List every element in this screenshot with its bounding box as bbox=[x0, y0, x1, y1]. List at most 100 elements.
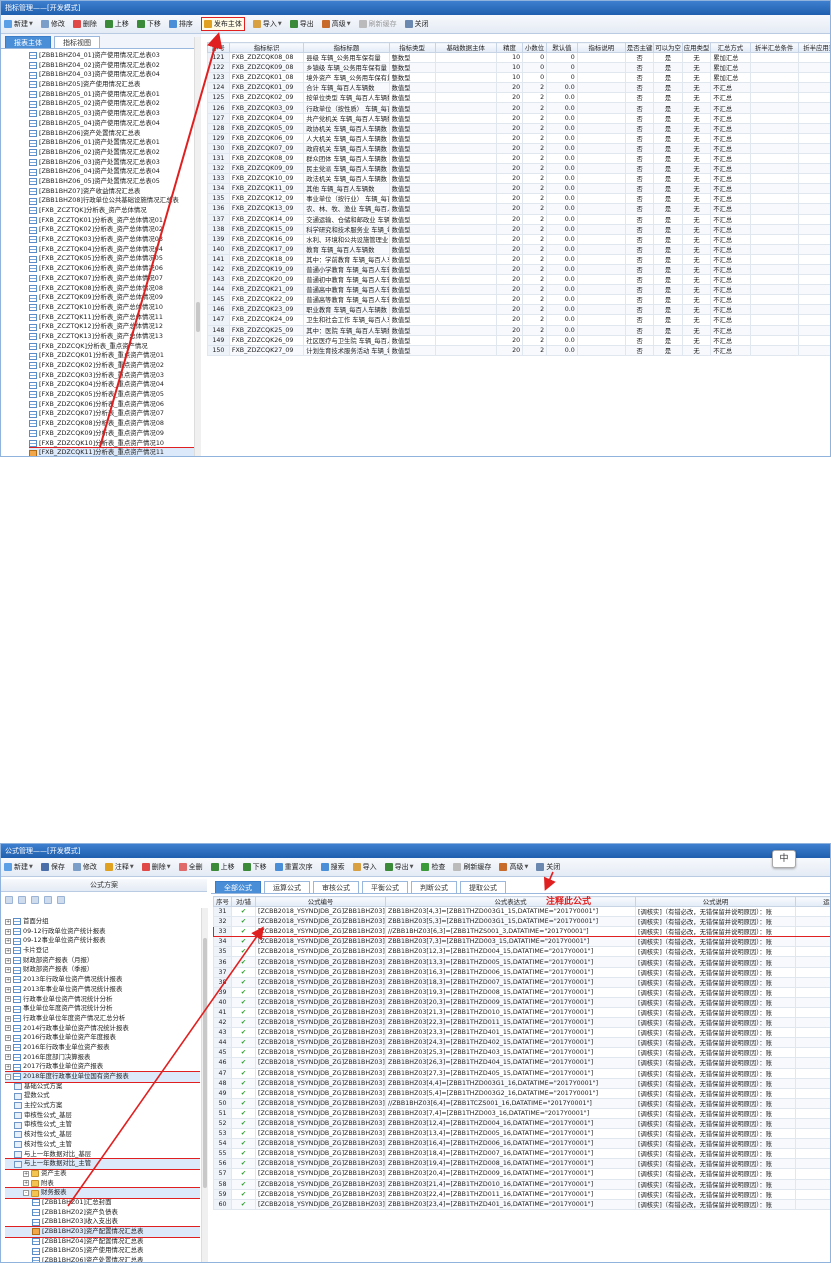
expand-icon[interactable]: + bbox=[5, 1025, 11, 1032]
scheme-tree-item[interactable]: [ZBB1BHZ03]资产配置情况汇总表 bbox=[5, 1226, 200, 1238]
column-header[interactable]: 公式说明 bbox=[635, 896, 796, 907]
expand-icon[interactable]: + bbox=[5, 1035, 11, 1042]
scheme-tree-item[interactable]: 提数公式 bbox=[5, 1091, 200, 1101]
edit-icon[interactable] bbox=[57, 896, 65, 904]
toolbar-button-new[interactable]: 新建 ▼ bbox=[4, 19, 33, 29]
tree-item[interactable]: [FXB_ZDZCQK03]分析表_重点资产情况03 bbox=[29, 371, 194, 381]
scheme-tree-item[interactable]: +2013年行政单位资产情况统计报表 bbox=[5, 975, 200, 985]
copy-icon[interactable] bbox=[18, 896, 26, 904]
tree-item[interactable]: [FXB_ZCZTQK]分析表_资产总体情况 bbox=[29, 206, 194, 216]
expand-icon[interactable]: + bbox=[5, 967, 11, 974]
scheme-tree-item[interactable]: +09-12事业单位资产统计报表 bbox=[5, 936, 200, 946]
tree-item[interactable]: [FXB_ZCZTQK09]分析表_资产总体情况09 bbox=[29, 293, 194, 303]
formula-row[interactable]: 47 ✔ [ZCBB2018_YSYNDJDB_ZG]ZBB1BHZ03]P47 ZB… bbox=[213, 1067, 830, 1079]
tree-item[interactable]: [FXB_ZDZCQK09]分析表_重点资产情况09 bbox=[29, 429, 194, 439]
table-row[interactable]: 141FXB_ZDZCQK18_09其中：学前教育 车辆_每百人车辆数数值型 20… bbox=[207, 253, 830, 265]
formula-row[interactable]: 59 ✔ [ZCBB2018_YSYNDJDB_ZG]ZBB1BHZ03]P59 ZB… bbox=[213, 1188, 830, 1200]
scheme-tree-item[interactable]: 基础公式方案 bbox=[5, 1082, 200, 1092]
toolbar-button-export[interactable]: 导出 bbox=[289, 19, 314, 29]
ime-indicator[interactable]: 中 bbox=[772, 850, 796, 868]
tree-item[interactable]: [ZBB1BHZ04_02]资产使用情况汇总表02 bbox=[29, 61, 194, 71]
tree-item[interactable]: [FXB_ZDZCQK07]分析表_重点资产情况07 bbox=[29, 409, 194, 419]
toolbar-button-advanced[interactable]: 高级 ▼ bbox=[321, 19, 351, 29]
scheme-tree-item[interactable]: 与上一年数据对比_基层 bbox=[5, 1150, 200, 1160]
scheme-tree-item[interactable]: + 行政事业单位资产情况统计分析 bbox=[5, 995, 200, 1005]
column-header[interactable]: 公式表达式 bbox=[385, 896, 636, 907]
tree-scrollbar-thumb[interactable] bbox=[196, 302, 200, 332]
column-header[interactable]: 指标说明 bbox=[576, 42, 626, 53]
toolbar-button-arrow-down[interactable]: 下移 bbox=[136, 19, 161, 29]
collapse-icon[interactable]: - bbox=[23, 1190, 29, 1197]
tree-item[interactable]: [ZBB1BHZ05_01]资产使用情况汇总表01 bbox=[29, 90, 194, 100]
tree-item[interactable]: [FXB_ZCZTQK11]分析表_资产总体情况11 bbox=[29, 313, 194, 323]
column-header[interactable]: 基础数据主体 bbox=[434, 42, 497, 53]
tab-0[interactable]: 全部公式 bbox=[215, 881, 261, 893]
tree-item[interactable]: [ZBB1BHZ05_03]资产使用情况汇总表03 bbox=[29, 109, 194, 119]
scheme-tree-item[interactable]: - 2018年度行政事业单位国有资产报表 bbox=[5, 1071, 200, 1083]
table-row[interactable]: 138FXB_ZDZCQK15_09科学研究和技术服务业 车辆_每百人车辆数数值… bbox=[207, 223, 830, 235]
formula-row[interactable]: 32 ✔ [ZCBB2018_YSYNDJDB_ZG]ZBB1BHZ03]P32 ZB… bbox=[213, 916, 830, 928]
chevron-down-icon[interactable]: ▼ bbox=[29, 21, 33, 27]
scheme-tree-item[interactable]: + 事业单位年度资产情况统计分析 bbox=[5, 1004, 200, 1014]
toolbar-button-reorder[interactable]: 重置次序 bbox=[274, 862, 313, 872]
toolbar-button-publish[interactable]: 发布主体 bbox=[200, 17, 245, 31]
column-header[interactable]: 应用类型 bbox=[681, 42, 712, 53]
tab-3[interactable]: 平衡公式 bbox=[362, 881, 408, 893]
formula-row[interactable]: 51 ✔ [ZCBB2018_YSYNDJDB_ZG]ZBB1BHZ03]P51 ZB… bbox=[213, 1107, 830, 1119]
scheme-tree-item[interactable]: 审核性公式_主管 bbox=[5, 1120, 200, 1130]
toolbar-button-new[interactable]: 新建 ▼ bbox=[4, 862, 33, 872]
tree-item[interactable]: [FXB_ZDZCQK06]分析表_重点资产情况06 bbox=[29, 400, 194, 410]
scheme-tree-item[interactable]: 核对性公式_基层 bbox=[5, 1130, 200, 1140]
expand-icon[interactable]: + bbox=[23, 1170, 29, 1177]
table-row[interactable]: 128 FXB_ZDZCQK05_09 政协机关 车辆_每百人车辆数 数值型 20 2 0.… bbox=[207, 122, 830, 134]
expand-icon[interactable]: + bbox=[5, 957, 11, 964]
table-row[interactable]: 147FXB_ZDZCQK24_09卫生和社会工作 车辆_每百人车辆数数值型 20… bbox=[207, 314, 830, 326]
scheme-tree-item[interactable]: + 附表 bbox=[5, 1179, 200, 1189]
chevron-down-icon[interactable]: ▼ bbox=[130, 864, 134, 870]
formula-row[interactable]: 42 ✔ [ZCBB2018_YSYNDJDB_ZG]ZBB1BHZ03]P42 ZB… bbox=[213, 1017, 830, 1029]
toolbar-button-delete[interactable]: 删除 ▼ bbox=[141, 862, 171, 872]
tree-item[interactable]: [ZBB1BHZ05_04]资产使用情况汇总表04 bbox=[29, 119, 194, 129]
table-row[interactable]: 124 FXB_ZDZCQK01_09 合计 车辆_每百人车辆数 数值型 20 2 0.0 否… bbox=[207, 82, 830, 94]
tree-item[interactable]: [FXB_ZDZCQK11]分析表_重点资产情况11 bbox=[29, 447, 194, 456]
scheme-tree-item[interactable]: +2016年行政事业单位资产报表 bbox=[5, 1043, 200, 1053]
tree-item[interactable]: [ZBB1BHZ04_03]资产使用情况汇总表04 bbox=[29, 70, 194, 80]
formula-row[interactable]: 50 ✔ [ZCBB2018_YSYNDJDB_ZG]ZBB1BHZ03]P50//… bbox=[213, 1097, 830, 1109]
table-row[interactable]: 149FXB_ZDZCQK26_09社区医疗与卫生院 车辆_每百人车辆数数值型 2… bbox=[207, 334, 830, 346]
toolbar-button-arrow-down[interactable]: 下移 bbox=[242, 862, 267, 872]
tree-item[interactable]: [ZBB1BHZ06_05]资产处置情况汇总表05 bbox=[29, 177, 194, 187]
expand-icon[interactable]: + bbox=[5, 1064, 11, 1071]
table-row[interactable]: 131 FXB_ZDZCQK08_09 群众团体 车辆_每百人车辆数 数值型 20 2 0.… bbox=[207, 152, 830, 165]
table-row[interactable]: 136FXB_ZDZCQK13_09农、林、牧、渔业 车辆_每百人车辆数数值型 2… bbox=[207, 203, 830, 215]
tree-scrollbar[interactable] bbox=[194, 37, 201, 456]
expand-icon[interactable]: + bbox=[5, 976, 11, 983]
scheme-tree-item[interactable]: + 行政事业单位年度资产情况汇总分析 bbox=[5, 1014, 200, 1024]
toolbar-button-advanced[interactable]: 高级 ▼ bbox=[499, 862, 528, 872]
scheme-tree-item[interactable]: +2016年度部门决算报表 bbox=[5, 1053, 200, 1063]
toolbar-button-sort[interactable]: 排序 bbox=[168, 19, 193, 29]
expand-icon[interactable]: + bbox=[23, 1180, 29, 1187]
formula-row[interactable]: 46 ✔ [ZCBB2018_YSYNDJDB_ZG]ZBB1BHZ03]P46 ZB… bbox=[213, 1057, 830, 1069]
scheme-tree-item[interactable]: [ZBB1BHZ05]资产使用情况汇总表 bbox=[5, 1246, 200, 1256]
tree-item[interactable]: [ZBB1BHZ04_01]资产使用情况汇总表03 bbox=[29, 51, 194, 61]
tree-item[interactable]: [ZBB1BHZ05]资产使用情况汇总表 bbox=[29, 80, 194, 90]
expand-icon[interactable]: + bbox=[5, 986, 11, 993]
formula-row[interactable]: 57 ✔ [ZCBB2018_YSYNDJDB_ZG]ZBB1BHZ03]P57 ZB… bbox=[213, 1168, 830, 1180]
tab-2[interactable]: 审核公式 bbox=[313, 881, 359, 893]
scheme-tree-item[interactable]: + 资产主表 bbox=[5, 1169, 200, 1179]
column-header[interactable]: 精度 bbox=[495, 42, 524, 53]
tree-item[interactable]: [ZBB1BHZ07]资产收益情况汇总表 bbox=[29, 187, 194, 197]
table-row[interactable]: 139FXB_ZDZCQK16_09水利、环境和公共设施管理业 车辆_每百人车辆… bbox=[207, 233, 830, 245]
tree-item[interactable]: [FXB_ZCZTQK04]分析表_资产总体情况04 bbox=[29, 245, 194, 255]
table-row[interactable]: 134 FXB_ZDZCQK11_09 其他 车辆_每百人车辆数 数值型 20 2 0.0 否… bbox=[207, 183, 830, 195]
tree-item[interactable]: [FXB_ZCZTQK13]分析表_资产总体情况13 bbox=[29, 332, 194, 342]
toolbar-button-comment[interactable]: 注释 ▼ bbox=[104, 862, 134, 872]
table-row[interactable]: 148 FXB_ZDZCQK25_09 其中：医院 车辆_每百人车辆数 数值型 20 2 0… bbox=[207, 324, 830, 336]
expand-icon[interactable]: + bbox=[5, 918, 11, 925]
delete-icon[interactable] bbox=[44, 896, 52, 904]
formula-row[interactable]: 38 ✔ [ZCBB2018_YSYNDJDB_ZG]ZBB1BHZ03]P38 ZB… bbox=[213, 976, 830, 988]
formula-row[interactable]: 60 ✔ [ZCBB2018_YSYNDJDB_ZG]ZBB1BHZ03]P60 ZB… bbox=[213, 1198, 830, 1210]
table-row[interactable]: 145FXB_ZDZCQK22_09普通高等教育 车辆_每百人车辆数数值型 202… bbox=[207, 294, 830, 306]
formula-row[interactable]: 40 ✔ [ZCBB2018_YSYNDJDB_ZG]ZBB1BHZ03]P40 ZB… bbox=[213, 996, 830, 1008]
tree-item[interactable]: [FXB_ZCZTQK05]分析表_资产总体情况05 bbox=[29, 254, 194, 264]
